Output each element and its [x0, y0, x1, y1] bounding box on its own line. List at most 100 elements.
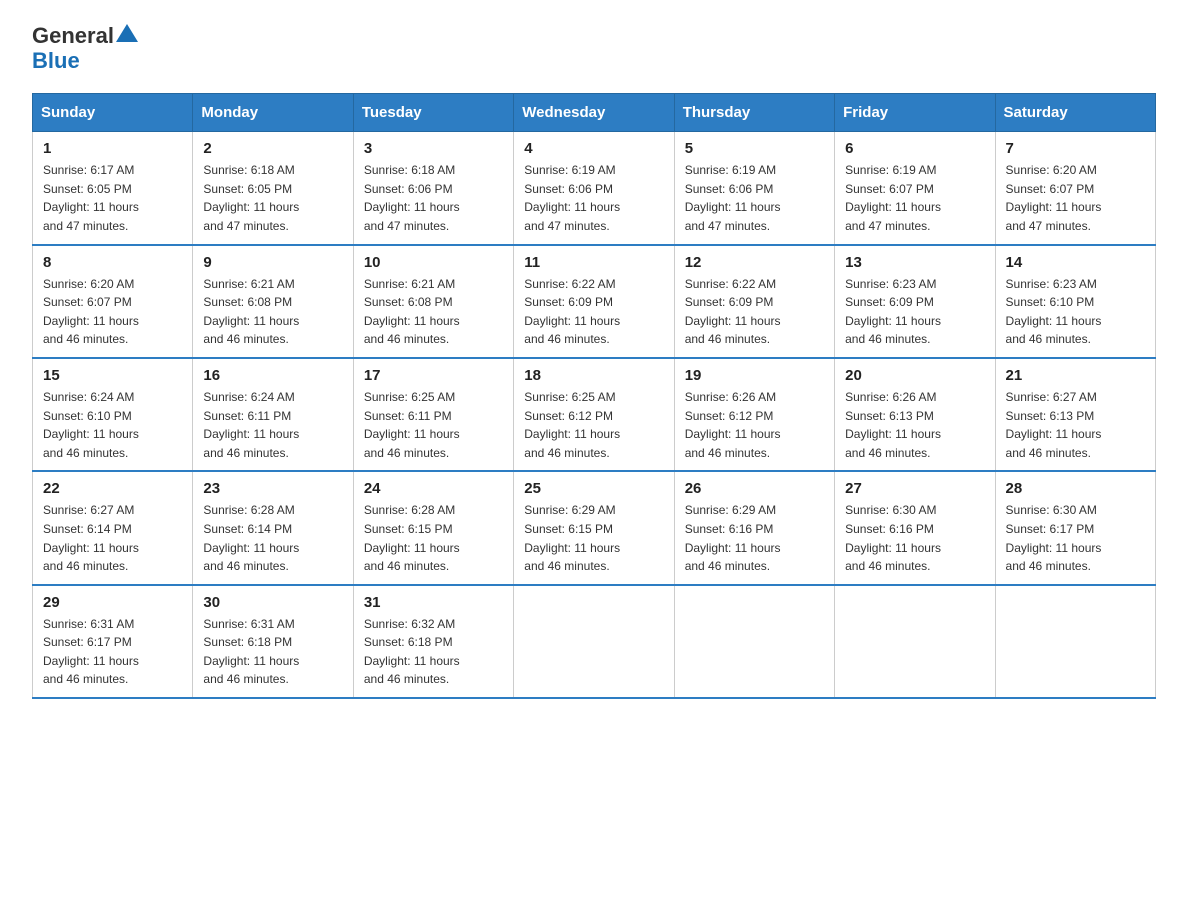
day-number: 29 [43, 594, 182, 611]
weekday-header-wednesday: Wednesday [514, 94, 674, 132]
calendar-cell: 27 Sunrise: 6:30 AM Sunset: 6:16 PM Dayl… [835, 471, 995, 584]
calendar-cell: 17 Sunrise: 6:25 AM Sunset: 6:11 PM Dayl… [353, 358, 513, 471]
day-info: Sunrise: 6:23 AM Sunset: 6:09 PM Dayligh… [845, 275, 984, 349]
weekday-header-sunday: Sunday [33, 94, 193, 132]
day-info: Sunrise: 6:18 AM Sunset: 6:06 PM Dayligh… [364, 161, 503, 235]
day-number: 3 [364, 140, 503, 157]
day-number: 18 [524, 367, 663, 384]
calendar-table: SundayMondayTuesdayWednesdayThursdayFrid… [32, 93, 1156, 699]
day-info: Sunrise: 6:21 AM Sunset: 6:08 PM Dayligh… [364, 275, 503, 349]
day-info: Sunrise: 6:18 AM Sunset: 6:05 PM Dayligh… [203, 161, 342, 235]
day-number: 6 [845, 140, 984, 157]
day-info: Sunrise: 6:19 AM Sunset: 6:06 PM Dayligh… [524, 161, 663, 235]
day-number: 2 [203, 140, 342, 157]
day-number: 4 [524, 140, 663, 157]
day-info: Sunrise: 6:20 AM Sunset: 6:07 PM Dayligh… [43, 275, 182, 349]
day-info: Sunrise: 6:25 AM Sunset: 6:12 PM Dayligh… [524, 388, 663, 462]
day-number: 24 [364, 480, 503, 497]
day-number: 12 [685, 254, 824, 271]
calendar-cell: 15 Sunrise: 6:24 AM Sunset: 6:10 PM Dayl… [33, 358, 193, 471]
calendar-cell: 30 Sunrise: 6:31 AM Sunset: 6:18 PM Dayl… [193, 585, 353, 698]
calendar-cell: 1 Sunrise: 6:17 AM Sunset: 6:05 PM Dayli… [33, 132, 193, 245]
weekday-header-friday: Friday [835, 94, 995, 132]
day-info: Sunrise: 6:31 AM Sunset: 6:17 PM Dayligh… [43, 615, 182, 689]
day-info: Sunrise: 6:19 AM Sunset: 6:06 PM Dayligh… [685, 161, 824, 235]
day-number: 7 [1006, 140, 1145, 157]
day-number: 17 [364, 367, 503, 384]
calendar-cell: 8 Sunrise: 6:20 AM Sunset: 6:07 PM Dayli… [33, 245, 193, 358]
calendar-cell: 25 Sunrise: 6:29 AM Sunset: 6:15 PM Dayl… [514, 471, 674, 584]
calendar-cell: 9 Sunrise: 6:21 AM Sunset: 6:08 PM Dayli… [193, 245, 353, 358]
calendar-cell: 21 Sunrise: 6:27 AM Sunset: 6:13 PM Dayl… [995, 358, 1155, 471]
calendar-cell: 31 Sunrise: 6:32 AM Sunset: 6:18 PM Dayl… [353, 585, 513, 698]
day-number: 13 [845, 254, 984, 271]
day-info: Sunrise: 6:17 AM Sunset: 6:05 PM Dayligh… [43, 161, 182, 235]
day-number: 26 [685, 480, 824, 497]
calendar-header-row: SundayMondayTuesdayWednesdayThursdayFrid… [33, 94, 1156, 132]
day-number: 23 [203, 480, 342, 497]
day-number: 31 [364, 594, 503, 611]
calendar-cell [835, 585, 995, 698]
day-info: Sunrise: 6:32 AM Sunset: 6:18 PM Dayligh… [364, 615, 503, 689]
calendar-week-row: 22 Sunrise: 6:27 AM Sunset: 6:14 PM Dayl… [33, 471, 1156, 584]
day-info: Sunrise: 6:31 AM Sunset: 6:18 PM Dayligh… [203, 615, 342, 689]
day-number: 21 [1006, 367, 1145, 384]
day-number: 30 [203, 594, 342, 611]
day-number: 8 [43, 254, 182, 271]
calendar-cell [514, 585, 674, 698]
calendar-cell: 2 Sunrise: 6:18 AM Sunset: 6:05 PM Dayli… [193, 132, 353, 245]
day-number: 10 [364, 254, 503, 271]
day-number: 27 [845, 480, 984, 497]
calendar-week-row: 15 Sunrise: 6:24 AM Sunset: 6:10 PM Dayl… [33, 358, 1156, 471]
calendar-week-row: 1 Sunrise: 6:17 AM Sunset: 6:05 PM Dayli… [33, 132, 1156, 245]
logo-triangle-icon [116, 24, 138, 44]
day-info: Sunrise: 6:28 AM Sunset: 6:15 PM Dayligh… [364, 501, 503, 575]
day-number: 28 [1006, 480, 1145, 497]
day-info: Sunrise: 6:26 AM Sunset: 6:13 PM Dayligh… [845, 388, 984, 462]
day-info: Sunrise: 6:24 AM Sunset: 6:10 PM Dayligh… [43, 388, 182, 462]
day-info: Sunrise: 6:27 AM Sunset: 6:13 PM Dayligh… [1006, 388, 1145, 462]
day-info: Sunrise: 6:27 AM Sunset: 6:14 PM Dayligh… [43, 501, 182, 575]
day-number: 25 [524, 480, 663, 497]
day-info: Sunrise: 6:21 AM Sunset: 6:08 PM Dayligh… [203, 275, 342, 349]
day-number: 14 [1006, 254, 1145, 271]
day-info: Sunrise: 6:19 AM Sunset: 6:07 PM Dayligh… [845, 161, 984, 235]
day-info: Sunrise: 6:28 AM Sunset: 6:14 PM Dayligh… [203, 501, 342, 575]
weekday-header-thursday: Thursday [674, 94, 834, 132]
calendar-cell: 18 Sunrise: 6:25 AM Sunset: 6:12 PM Dayl… [514, 358, 674, 471]
weekday-header-monday: Monday [193, 94, 353, 132]
day-number: 11 [524, 254, 663, 271]
calendar-cell: 29 Sunrise: 6:31 AM Sunset: 6:17 PM Dayl… [33, 585, 193, 698]
day-number: 5 [685, 140, 824, 157]
day-info: Sunrise: 6:26 AM Sunset: 6:12 PM Dayligh… [685, 388, 824, 462]
calendar-cell: 16 Sunrise: 6:24 AM Sunset: 6:11 PM Dayl… [193, 358, 353, 471]
calendar-week-row: 8 Sunrise: 6:20 AM Sunset: 6:07 PM Dayli… [33, 245, 1156, 358]
calendar-cell: 26 Sunrise: 6:29 AM Sunset: 6:16 PM Dayl… [674, 471, 834, 584]
day-info: Sunrise: 6:29 AM Sunset: 6:16 PM Dayligh… [685, 501, 824, 575]
calendar-cell: 14 Sunrise: 6:23 AM Sunset: 6:10 PM Dayl… [995, 245, 1155, 358]
calendar-cell: 5 Sunrise: 6:19 AM Sunset: 6:06 PM Dayli… [674, 132, 834, 245]
weekday-header-tuesday: Tuesday [353, 94, 513, 132]
calendar-week-row: 29 Sunrise: 6:31 AM Sunset: 6:17 PM Dayl… [33, 585, 1156, 698]
day-number: 19 [685, 367, 824, 384]
page-header: General Blue [32, 24, 1156, 73]
day-number: 22 [43, 480, 182, 497]
calendar-cell: 23 Sunrise: 6:28 AM Sunset: 6:14 PM Dayl… [193, 471, 353, 584]
day-info: Sunrise: 6:30 AM Sunset: 6:16 PM Dayligh… [845, 501, 984, 575]
calendar-cell [995, 585, 1155, 698]
calendar-cell: 24 Sunrise: 6:28 AM Sunset: 6:15 PM Dayl… [353, 471, 513, 584]
day-number: 15 [43, 367, 182, 384]
day-info: Sunrise: 6:25 AM Sunset: 6:11 PM Dayligh… [364, 388, 503, 462]
day-info: Sunrise: 6:29 AM Sunset: 6:15 PM Dayligh… [524, 501, 663, 575]
logo-text-general: General [32, 24, 114, 48]
calendar-cell: 6 Sunrise: 6:19 AM Sunset: 6:07 PM Dayli… [835, 132, 995, 245]
calendar-cell: 19 Sunrise: 6:26 AM Sunset: 6:12 PM Dayl… [674, 358, 834, 471]
day-number: 16 [203, 367, 342, 384]
day-number: 1 [43, 140, 182, 157]
calendar-cell [674, 585, 834, 698]
calendar-body: 1 Sunrise: 6:17 AM Sunset: 6:05 PM Dayli… [33, 132, 1156, 698]
weekday-header-saturday: Saturday [995, 94, 1155, 132]
day-info: Sunrise: 6:22 AM Sunset: 6:09 PM Dayligh… [524, 275, 663, 349]
day-number: 9 [203, 254, 342, 271]
calendar-cell: 13 Sunrise: 6:23 AM Sunset: 6:09 PM Dayl… [835, 245, 995, 358]
